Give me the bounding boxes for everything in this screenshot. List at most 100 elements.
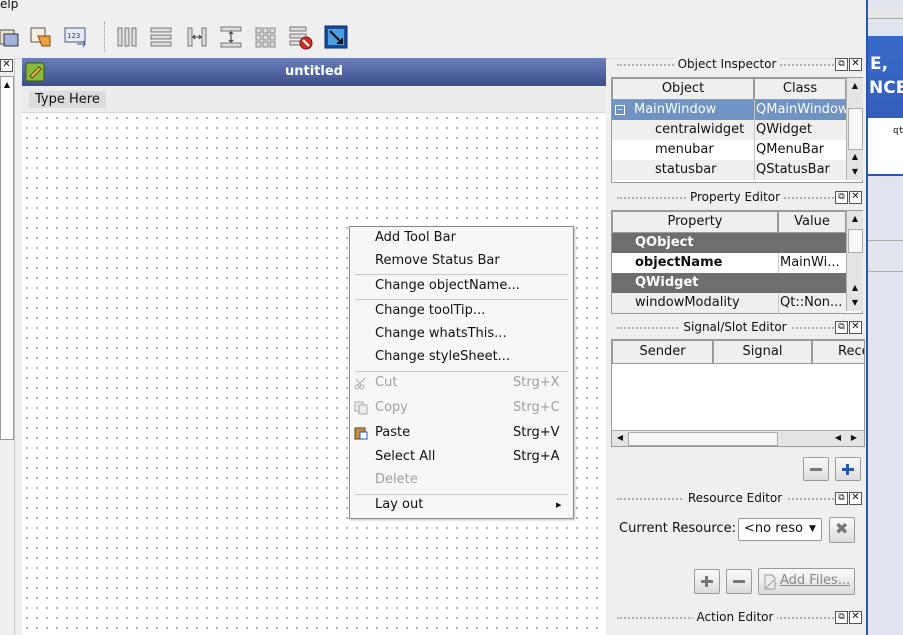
- scroll-left-icon[interactable]: ◀: [831, 434, 845, 442]
- menu-item-lay-out[interactable]: Lay out ▸: [350, 494, 573, 516]
- collapse-icon[interactable]: −: [615, 105, 625, 115]
- object-inspector-header[interactable]: Object Inspector ⧉ ✕: [611, 57, 863, 73]
- property-editor-header[interactable]: Property Editor ⧉ ✕: [611, 190, 863, 206]
- close-icon[interactable]: ✕: [849, 611, 862, 624]
- remove-file-button[interactable]: [726, 569, 752, 594]
- chevron-down-icon: ▼: [809, 524, 816, 534]
- vertical-scrollbar[interactable]: ▲ ▲ ▼: [846, 78, 863, 180]
- menu-item-paste[interactable]: Paste Strg+V: [350, 422, 573, 444]
- menu-item-cut[interactable]: Cut Strg+X: [350, 372, 573, 394]
- submenu-arrow-icon: ▸: [556, 498, 562, 511]
- scroll-right-icon[interactable]: ▶: [847, 434, 861, 442]
- property-row[interactable]: windowModality Qt::Non...: [612, 293, 846, 313]
- scroll-up-icon[interactable]: ▲: [0, 81, 14, 89]
- close-icon[interactable]: ✕: [849, 321, 862, 334]
- menu-item-change-tooltip[interactable]: Change toolTip...: [350, 300, 573, 322]
- float-icon[interactable]: ⧉: [835, 191, 848, 204]
- edit-tab-order-icon[interactable]: [0, 24, 22, 50]
- tree-cell-object: menubar: [655, 142, 714, 157]
- menu-item-delete[interactable]: Delete: [350, 469, 573, 491]
- current-resource-label: Current Resource:: [619, 521, 736, 536]
- menu-item-change-whatsthis[interactable]: Change whatsThis...: [350, 323, 573, 345]
- scroll-up-icon[interactable]: ▲: [848, 82, 862, 90]
- resource-editor-title: Resource Editor: [683, 491, 787, 505]
- layout-vertical-icon[interactable]: [148, 24, 174, 50]
- menu-help[interactable]: elp: [0, 0, 18, 11]
- column-header-sender[interactable]: Sender: [612, 340, 713, 364]
- column-header-signal[interactable]: Signal: [713, 340, 812, 364]
- form-title: untitled: [285, 64, 343, 79]
- close-icon[interactable]: ✕: [849, 492, 862, 505]
- edit-widgets-icon[interactable]: 123: [63, 24, 89, 50]
- object-inspector-title: Object Inspector: [673, 57, 781, 71]
- property-value[interactable]: Qt::Non...: [780, 295, 844, 310]
- close-icon[interactable]: ✕: [0, 59, 13, 72]
- property-editor-title: Property Editor: [685, 190, 785, 204]
- scrollbar-thumb[interactable]: [628, 432, 778, 446]
- scroll-down-icon[interactable]: ▼: [848, 299, 862, 307]
- adjust-size-icon[interactable]: [323, 24, 349, 50]
- column-header-property[interactable]: Property: [612, 211, 778, 233]
- scrollbar-thumb[interactable]: [848, 108, 863, 150]
- add-resource-button[interactable]: [694, 569, 720, 594]
- remove-resource-button[interactable]: ✖: [829, 517, 855, 543]
- layout-horizontal-icon[interactable]: [114, 24, 140, 50]
- scroll-up-icon[interactable]: ▲: [848, 215, 862, 223]
- form-menubar: Type Here: [22, 86, 606, 113]
- banner-text: NCE: [869, 78, 903, 98]
- menu-item-remove-status-bar[interactable]: Remove Status Bar: [350, 250, 573, 272]
- menu-item-copy[interactable]: Copy Strg+C: [350, 397, 573, 419]
- edit-buddies-icon[interactable]: [28, 24, 54, 50]
- break-layout-icon[interactable]: [288, 24, 314, 50]
- add-files-button[interactable]: Add Files...: [758, 568, 855, 595]
- layout-splitter-vertical-icon[interactable]: [218, 24, 244, 50]
- horizontal-scrollbar[interactable]: ◀ ◀ ▶: [612, 430, 864, 446]
- type-here-menu[interactable]: Type Here: [29, 91, 106, 108]
- banner-text: E,: [870, 54, 889, 74]
- scroll-up-icon[interactable]: ▲: [848, 284, 862, 292]
- column-header-value[interactable]: Value: [778, 211, 846, 233]
- scrollbar-thumb[interactable]: [848, 229, 863, 253]
- menu-item-change-stylesheet[interactable]: Change styleSheet...: [350, 346, 573, 368]
- current-resource-combobox[interactable]: <no reso ▼: [738, 518, 822, 541]
- background-content: qt: [868, 118, 903, 174]
- tree-row-selected[interactable]: − MainWindow QMainWindow: [612, 100, 849, 120]
- signal-slot-editor-header[interactable]: Signal/Slot Editor ⧉ ✕: [611, 320, 863, 336]
- scroll-up-icon[interactable]: ▲: [848, 153, 862, 161]
- layout-grid-icon[interactable]: [253, 24, 279, 50]
- property-category-label: QWidget: [635, 275, 699, 290]
- action-editor-header[interactable]: Action Editor ⧉ ✕: [611, 610, 863, 626]
- add-connection-button[interactable]: [835, 457, 861, 481]
- float-icon[interactable]: ⧉: [835, 611, 848, 624]
- property-value[interactable]: MainWi...: [780, 255, 844, 270]
- float-icon[interactable]: ⧉: [835, 58, 848, 71]
- menu-item-select-all[interactable]: Select All Strg+A: [350, 446, 573, 468]
- vertical-scrollbar[interactable]: ▲ ▲ ▼: [846, 211, 863, 311]
- property-editor-table: Property Value QObject objectName MainWi…: [611, 210, 863, 314]
- float-icon[interactable]: ⧉: [835, 492, 848, 505]
- property-row[interactable]: objectName MainWi...: [612, 253, 846, 273]
- scroll-down-icon[interactable]: ▼: [848, 168, 862, 176]
- close-icon[interactable]: ✕: [849, 191, 862, 204]
- property-category-row[interactable]: QObject: [612, 233, 846, 253]
- layout-splitter-horizontal-icon[interactable]: [184, 24, 210, 50]
- resource-editor-header[interactable]: Resource Editor ⧉ ✕: [611, 491, 863, 507]
- float-icon[interactable]: ⧉: [835, 321, 848, 334]
- file-icon: [764, 574, 776, 590]
- minus-icon: [733, 580, 745, 583]
- property-category-row[interactable]: QWidget: [612, 273, 846, 293]
- tree-row[interactable]: centralwidget QWidget: [612, 120, 846, 140]
- column-header-class[interactable]: Class: [754, 78, 846, 100]
- background-window[interactable]: E, NCE qt: [866, 0, 903, 635]
- current-resource-value: <no reso: [744, 521, 804, 536]
- menu-item-change-objectname[interactable]: Change objectName...: [350, 275, 573, 297]
- tree-row[interactable]: menubar QMenuBar: [612, 140, 846, 160]
- remove-connection-button[interactable]: [803, 457, 829, 481]
- column-header-object[interactable]: Object: [612, 78, 754, 100]
- menu-item-add-tool-bar[interactable]: Add Tool Bar: [350, 227, 573, 249]
- scroll-left-icon[interactable]: ◀: [613, 434, 627, 442]
- tree-row[interactable]: statusbar QStatusBar: [612, 160, 846, 180]
- close-icon[interactable]: ✕: [849, 58, 862, 71]
- paste-icon: [354, 427, 368, 440]
- column-header-receiver[interactable]: Rece: [812, 340, 864, 364]
